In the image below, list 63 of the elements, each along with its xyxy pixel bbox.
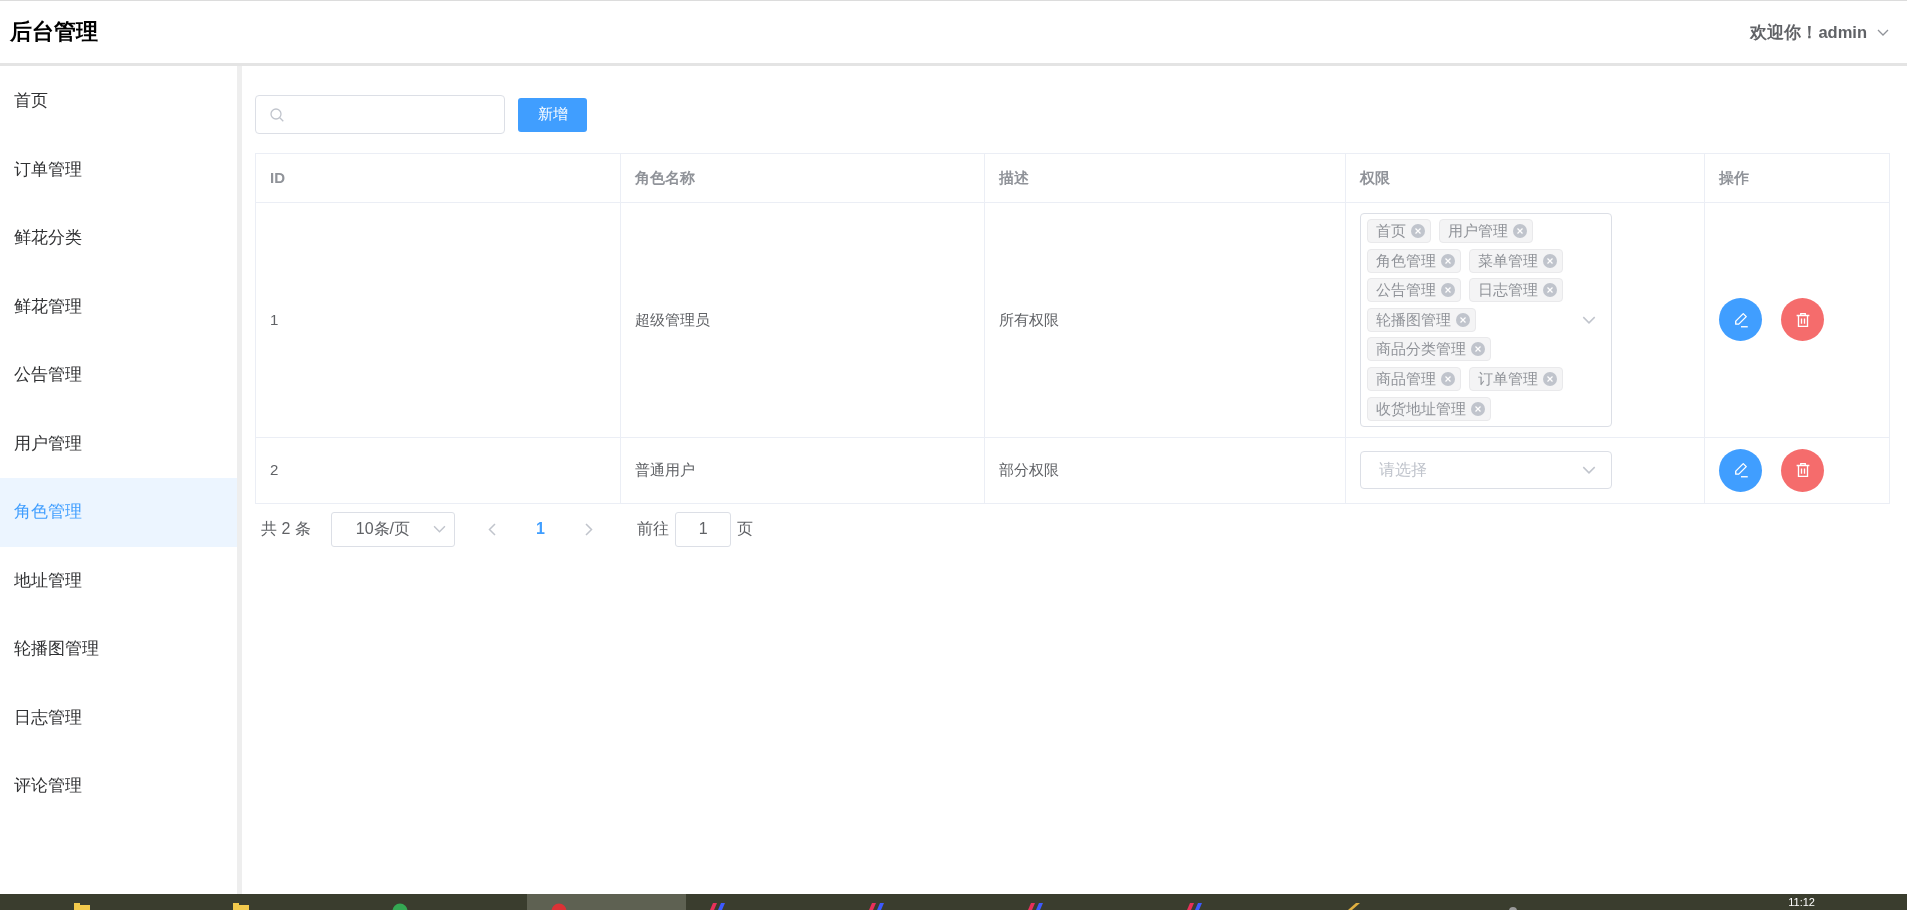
clock-text: 11:12 bbox=[1788, 895, 1815, 910]
sidebar-item[interactable]: 地址管理 bbox=[0, 546, 237, 615]
tag-label: 首页 bbox=[1376, 222, 1406, 241]
close-icon[interactable] bbox=[1456, 312, 1470, 327]
chevron-down-icon bbox=[1582, 315, 1596, 324]
jump-label: 前往 bbox=[637, 519, 670, 540]
tag-label: 日志管理 bbox=[1478, 281, 1538, 301]
chevron-right-icon bbox=[585, 522, 594, 536]
tag-label: 轮播图管理 bbox=[1376, 310, 1451, 330]
page-jump-input[interactable]: 1 bbox=[675, 511, 732, 547]
chevron-down-icon bbox=[432, 525, 446, 534]
column-header: 操作 bbox=[1704, 153, 1890, 203]
tag-label: 商品分类管理 bbox=[1376, 340, 1466, 360]
jump-suffix: 页 bbox=[737, 519, 754, 540]
column-header: 权限 bbox=[1345, 153, 1705, 203]
sidebar-item[interactable]: 鲜花分类 bbox=[0, 204, 237, 273]
sidebar-item[interactable]: 日志管理 bbox=[0, 683, 237, 752]
table-cell: 普通用户 bbox=[620, 437, 985, 504]
page-size-select[interactable]: 10条/页 bbox=[330, 511, 455, 547]
sidebar-item[interactable]: 评论管理 bbox=[0, 752, 237, 821]
sidebar-item[interactable]: 用户管理 bbox=[0, 409, 237, 478]
app-title: 后台管理 bbox=[10, 18, 98, 46]
table-cell: 1 bbox=[255, 202, 621, 438]
column-header: 角色名称 bbox=[620, 153, 985, 203]
tag-label: 收货地址管理 bbox=[1376, 399, 1466, 419]
table-cell: 所有权限 bbox=[984, 202, 1346, 438]
table-cell: 2 bbox=[255, 437, 621, 504]
edit-button[interactable] bbox=[1719, 298, 1762, 342]
column-header: 描述 bbox=[984, 153, 1346, 203]
search-icon bbox=[270, 107, 284, 122]
chevron-down-icon bbox=[1582, 466, 1596, 475]
delete-button[interactable] bbox=[1781, 298, 1824, 342]
tag-label: 公告管理 bbox=[1376, 281, 1436, 301]
close-icon[interactable] bbox=[1441, 253, 1455, 268]
chevron-left-icon bbox=[488, 522, 497, 536]
search-field[interactable] bbox=[255, 95, 505, 134]
close-icon[interactable] bbox=[1411, 224, 1425, 238]
close-icon[interactable] bbox=[1441, 371, 1455, 386]
sidebar-item[interactable]: 首页 bbox=[0, 67, 237, 136]
close-icon[interactable] bbox=[1543, 283, 1557, 298]
close-icon[interactable] bbox=[1471, 401, 1485, 416]
close-icon[interactable] bbox=[1471, 342, 1485, 357]
close-icon[interactable] bbox=[1441, 283, 1455, 298]
sidebar-item[interactable]: 订单管理 bbox=[0, 135, 237, 204]
chevron-down-icon bbox=[1877, 28, 1889, 36]
tag-label: 菜单管理 bbox=[1478, 251, 1538, 271]
column-header: ID bbox=[255, 153, 621, 203]
close-icon[interactable] bbox=[1543, 253, 1557, 268]
tag-label: 角色管理 bbox=[1376, 251, 1436, 271]
total-count: 共 2 条 bbox=[261, 519, 311, 540]
tag-label: 用户管理 bbox=[1448, 222, 1508, 241]
close-icon[interactable] bbox=[1543, 371, 1557, 386]
tag-label: 订单管理 bbox=[1478, 369, 1538, 389]
delete-button[interactable] bbox=[1781, 448, 1824, 492]
edit-button[interactable] bbox=[1719, 448, 1762, 492]
sidebar-item[interactable]: 公告管理 bbox=[0, 341, 237, 410]
close-icon[interactable] bbox=[1513, 224, 1527, 238]
sidebar-item[interactable]: 鲜花管理 bbox=[0, 272, 237, 341]
sidebar-item[interactable]: 轮播图管理 bbox=[0, 615, 237, 684]
tag-label: 商品管理 bbox=[1376, 369, 1436, 389]
user-menu[interactable]: 欢迎你！admin bbox=[1750, 19, 1889, 45]
table-cell: 超级管理员 bbox=[620, 202, 985, 438]
table-cell: 部分权限 bbox=[984, 437, 1346, 504]
